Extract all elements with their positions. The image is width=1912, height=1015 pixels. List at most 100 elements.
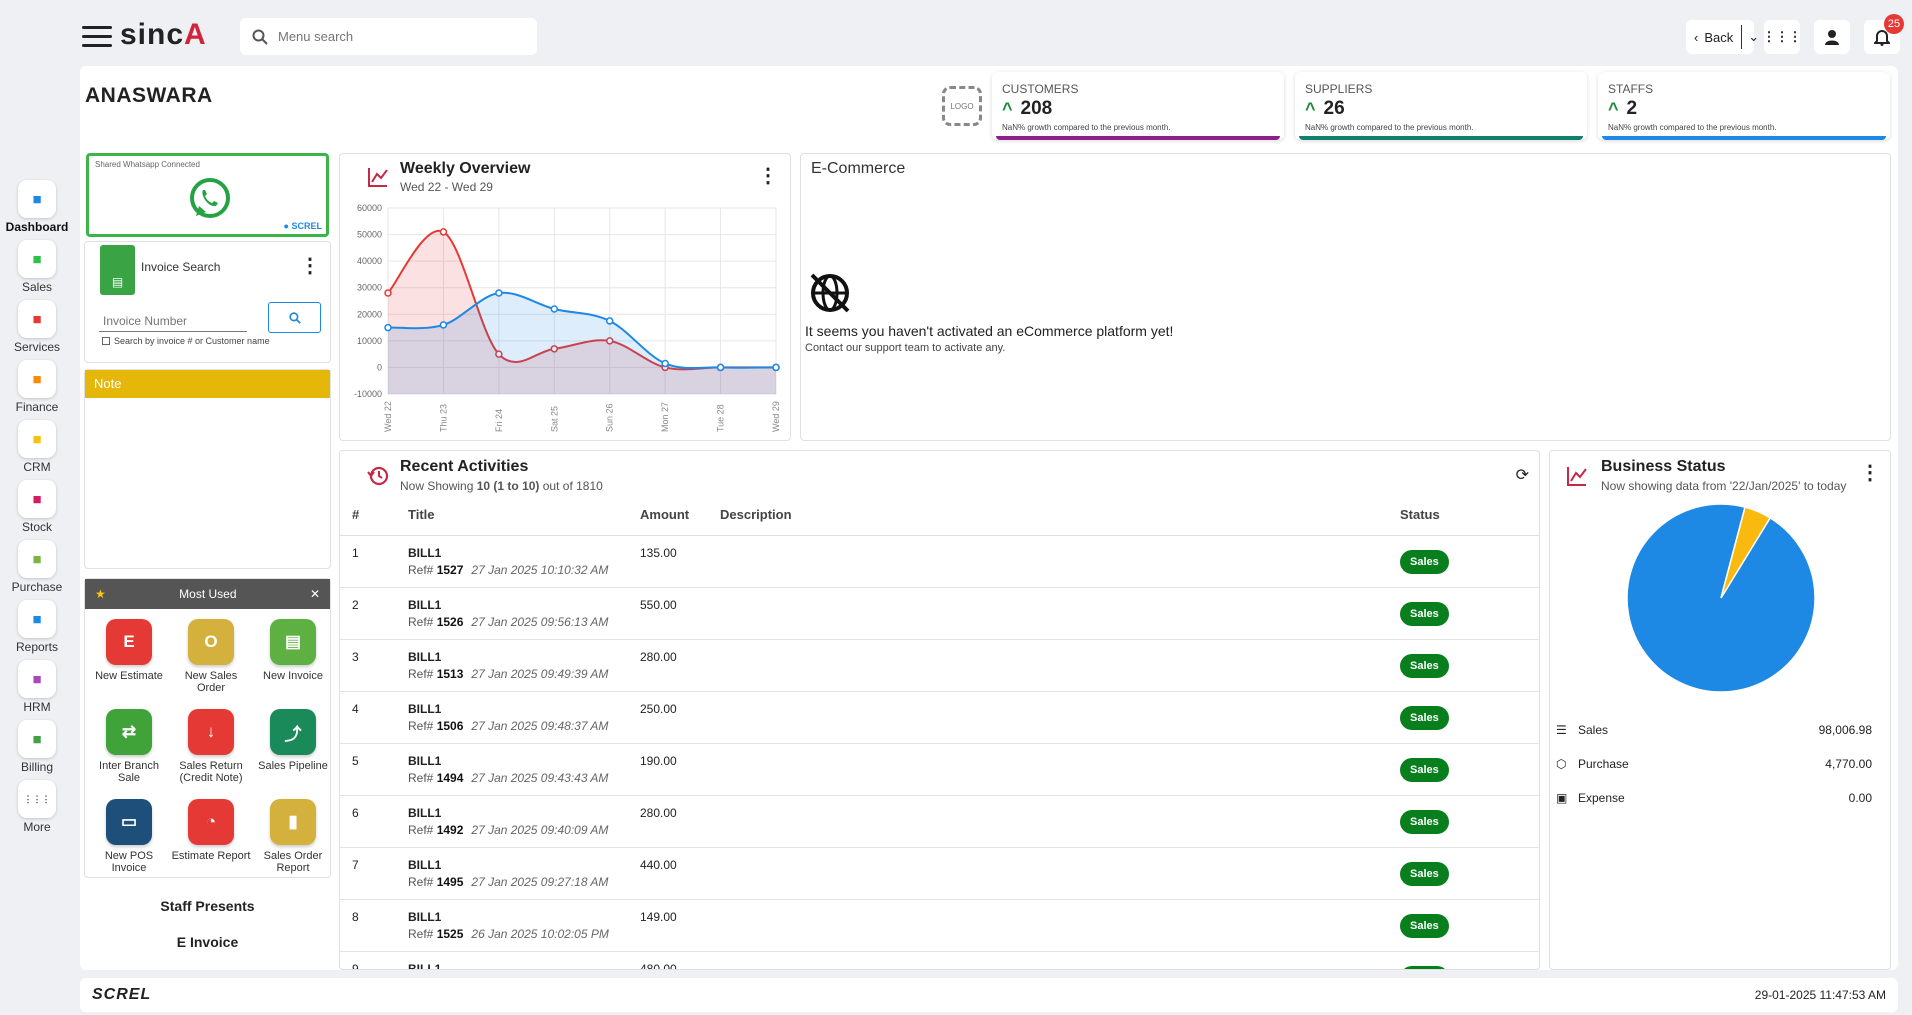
- row-description: [708, 535, 1388, 588]
- sidebar-item-sales[interactable]: ■ Sales: [0, 240, 74, 300]
- notifications-button[interactable]: 25: [1864, 14, 1904, 54]
- ref-number: 1513: [436, 666, 464, 681]
- sidebar-item-dashboard[interactable]: ■ Dashboard: [0, 180, 74, 240]
- whatsapp-icon: [190, 178, 230, 218]
- row-title: BILL1: [408, 649, 442, 664]
- sidebar-item-hrm[interactable]: ■ HRM: [0, 660, 74, 720]
- most-used-icon: O: [188, 619, 234, 665]
- ref-number: 1494: [436, 770, 464, 785]
- invoice-search-hint: Search by invoice # or Customer name: [114, 336, 270, 346]
- column-header-number: #: [340, 495, 396, 536]
- business-item-sales: ☰ Sales 98,006.98: [1556, 713, 1872, 747]
- search-mode-checkbox[interactable]: [102, 337, 110, 345]
- business-menu[interactable]: ⋮: [1860, 463, 1880, 483]
- row-title: BILL1: [408, 545, 442, 560]
- data-point[interactable]: [439, 321, 448, 329]
- table-row[interactable]: 2 BILL1 Ref# 1526 27 Jan 2025 09:56:13 AM 55…: [340, 587, 1539, 640]
- ecommerce-title: E-Commerce: [811, 160, 906, 177]
- ref-number: 1525: [436, 926, 464, 941]
- e-invoice-link[interactable]: E Invoice: [84, 934, 331, 950]
- table-row[interactable]: 6 BILL1 Ref# 1492 27 Jan 2025 09:40:09 AM 28…: [340, 795, 1539, 848]
- whatsapp-widget[interactable]: Shared Whatsapp Connected ● SCREL: [86, 153, 329, 237]
- sidebar-item-stock[interactable]: ■ Stock: [0, 480, 74, 540]
- row-ref: Ref# 1525 26 Jan 2025 10:02:05 PM: [408, 927, 628, 941]
- menu-search[interactable]: [240, 18, 537, 55]
- refresh-icon[interactable]: ⟳: [1516, 465, 1529, 485]
- row-title: BILL1: [408, 701, 442, 716]
- profile-button[interactable]: [1814, 20, 1850, 54]
- most-used-sales-return-credit-note[interactable]: ↓ Sales Return (Credit Note): [171, 709, 251, 784]
- close-icon[interactable]: ✕: [310, 587, 320, 601]
- invoice-number-input[interactable]: [99, 310, 247, 332]
- menu-icon[interactable]: [82, 26, 112, 48]
- ecommerce-sub: Contact our support team to activate any…: [805, 342, 1006, 354]
- most-used-new-pos-invoice[interactable]: ▭ New POS Invoice: [89, 799, 169, 874]
- row-title-cell: BILL1 Ref# 1492 27 Jan 2025 09:40:09 AM: [396, 795, 628, 848]
- staff-presents-link[interactable]: Staff Presents: [84, 898, 331, 914]
- business-sub: Now showing data from '22/Jan/2025' to t…: [1601, 479, 1847, 493]
- sidebar-item-purchase[interactable]: ■ Purchase: [0, 540, 74, 600]
- row-title: BILL1: [408, 909, 442, 924]
- activities-count: Now Showing 10 (1 to 10) out of 1810: [400, 479, 603, 493]
- x-tick-label: Sat 25: [549, 406, 559, 432]
- business-item-expense: ▣ Expense 0.00: [1556, 781, 1872, 815]
- business-item-label: Purchase: [1578, 757, 1629, 771]
- most-used-sales-order-report[interactable]: ▮ Sales Order Report: [253, 799, 333, 874]
- status-badge: Sales: [1400, 913, 1449, 938]
- stat-card-staffs[interactable]: STAFFS ^ 2 NaN% growth compared to the prev…: [1598, 72, 1890, 140]
- sidebar-item-finance[interactable]: ■ Finance: [0, 360, 74, 420]
- most-used-icon: ⇄: [106, 709, 152, 755]
- most-used-new-invoice[interactable]: ▤ New Invoice: [253, 619, 333, 682]
- data-point[interactable]: [384, 323, 392, 332]
- table-row[interactable]: 1 BILL1 Ref# 1527 27 Jan 2025 10:10:32 AM 13…: [340, 535, 1539, 588]
- table-row[interactable]: 4 BILL1 Ref# 1506 27 Jan 2025 09:48:37 AM 25…: [340, 691, 1539, 744]
- stat-card-customers[interactable]: CUSTOMERS ^ 208 NaN% growth compared to the…: [992, 72, 1284, 140]
- row-title: BILL1: [408, 753, 442, 768]
- most-used-label: New Estimate: [95, 670, 163, 682]
- row-title-cell: BILL1 Ref# 1527 27 Jan 2025 10:10:32 AM: [396, 535, 628, 588]
- most-used-inter-branch-sale[interactable]: ⇄ Inter Branch Sale: [89, 709, 169, 784]
- row-date: 27 Jan 2025 09:27:18 AM: [471, 874, 609, 889]
- apps-button[interactable]: ⋮⋮⋮: [1763, 20, 1802, 54]
- stat-value-row: ^ 208: [1002, 98, 1274, 120]
- invoice-search-menu[interactable]: ⋮: [300, 256, 320, 276]
- table-row[interactable]: 7 BILL1 Ref# 1495 27 Jan 2025 09:27:18 AM 44…: [340, 847, 1539, 900]
- purchase-icon: ■: [18, 540, 56, 578]
- stat-growth: NaN% growth compared to the previous mon…: [1608, 123, 1777, 132]
- row-amount: 280.00: [628, 639, 708, 692]
- invoice-search-button[interactable]: [268, 302, 321, 333]
- data-point[interactable]: [661, 359, 669, 368]
- data-point[interactable]: [384, 289, 392, 297]
- table-row[interactable]: 3 BILL1 Ref# 1513 27 Jan 2025 09:49:39 AM 28…: [340, 639, 1539, 692]
- menu-search-input[interactable]: [278, 29, 508, 44]
- data-point[interactable]: [772, 363, 780, 372]
- data-point[interactable]: [716, 363, 725, 372]
- chevron-down-icon[interactable]: ⌄: [1748, 29, 1759, 45]
- most-used-estimate-report[interactable]: ◔ Estimate Report: [171, 799, 251, 862]
- ref-prefix: Ref#: [408, 822, 437, 837]
- most-used-new-estimate[interactable]: E New Estimate: [89, 619, 169, 682]
- row-status-cell: Sales: [1388, 587, 1539, 640]
- back-button[interactable]: ‹ Back ⌄: [1686, 20, 1759, 54]
- sidebar-item-more[interactable]: ⋮⋮⋮ More: [0, 780, 74, 840]
- stat-card-suppliers[interactable]: SUPPLIERS ^ 26 NaN% growth compared to the …: [1295, 72, 1587, 140]
- sidebar-item-billing[interactable]: ■ Billing: [0, 720, 74, 780]
- table-row[interactable]: 8 BILL1 Ref# 1525 26 Jan 2025 10:02:05 PM 14…: [340, 899, 1539, 952]
- data-point[interactable]: [439, 228, 448, 236]
- sidebar-item-reports[interactable]: ■ Reports: [0, 600, 74, 660]
- weekly-menu[interactable]: ⋮: [758, 166, 778, 186]
- most-used-card: ★ Most Used ✕ E New Estimate O New Sales Or…: [84, 578, 331, 878]
- data-point[interactable]: [605, 317, 614, 325]
- sidebar-item-services[interactable]: ■ Services: [0, 300, 74, 360]
- most-used-new-sales-order[interactable]: O New Sales Order: [171, 619, 251, 694]
- footer: SCREL 29-01-2025 11:47:53 AM: [80, 978, 1898, 1012]
- table-row[interactable]: 5 BILL1 Ref# 1494 27 Jan 2025 09:43:43 AM 19…: [340, 743, 1539, 796]
- data-point[interactable]: [495, 289, 503, 297]
- footer-brand: SCREL: [92, 986, 152, 1003]
- finance-icon: ■: [18, 360, 56, 398]
- sidebar-item-crm[interactable]: ■ CRM: [0, 420, 74, 480]
- data-point[interactable]: [550, 305, 559, 313]
- most-used-sales-pipeline[interactable]: ⤴ Sales Pipeline: [253, 709, 333, 772]
- table-row[interactable]: 9 BILL1 480.00 Sales: [340, 951, 1539, 969]
- note-card[interactable]: Note: [84, 369, 331, 569]
